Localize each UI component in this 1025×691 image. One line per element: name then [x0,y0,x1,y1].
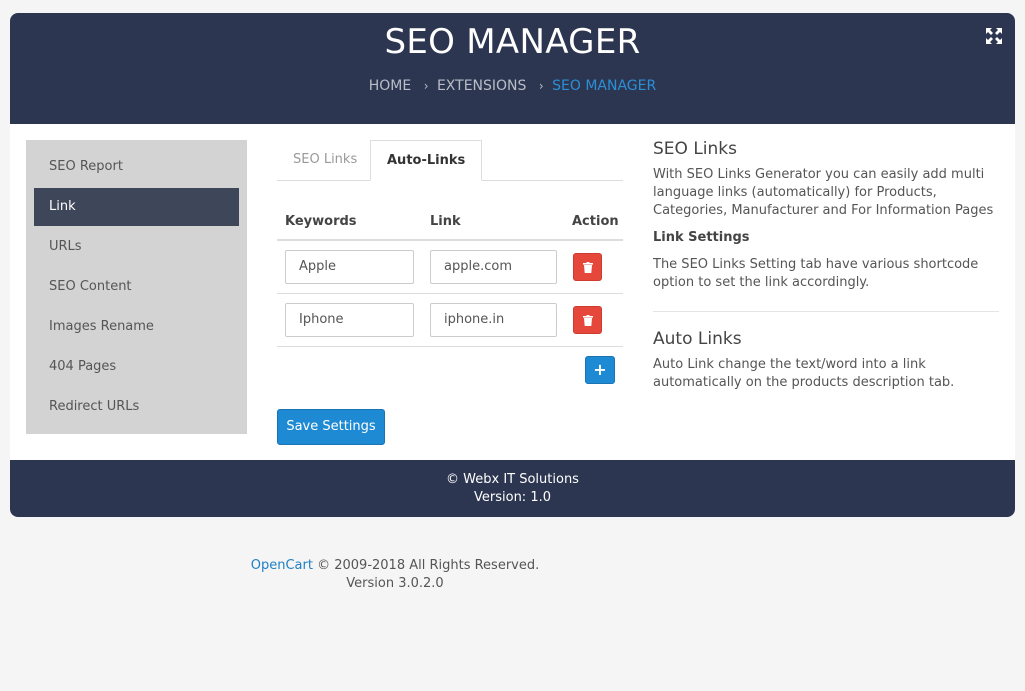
sidebar-item-seo-content[interactable]: SEO Content [34,268,239,306]
page-footer: OpenCart © 2009-2018 All Rights Reserved… [0,557,790,593]
breadcrumb-current[interactable]: SEO MANAGER [552,78,656,94]
sidebar-item-link[interactable]: Link [34,188,239,226]
delete-row-button[interactable] [573,306,602,334]
footer-company: © Webx IT Solutions [446,472,579,487]
copyright-text: © 2009-2018 All Rights Reserved. [312,558,540,573]
info-text-seo-links: With SEO Links Generator you can easily … [653,167,994,218]
info-title-seo-links: SEO Links [653,139,737,159]
panel-footer: © Webx IT Solutions Version: 1.0 [10,460,1015,517]
tab-auto-links[interactable]: Auto-Links [370,140,483,181]
breadcrumb-home[interactable]: HOME [369,78,411,94]
tab-bar: SEO Links Auto-Links [277,140,623,181]
row-divider [277,346,623,347]
sidebar-item-images-rename[interactable]: Images Rename [34,308,239,346]
column-header-keywords: Keywords [285,214,357,229]
opencart-version: Version 3.0.2.0 [346,576,444,591]
breadcrumb-extensions[interactable]: EXTENSIONS [437,78,526,94]
add-row-button[interactable]: + [585,356,615,384]
link-input[interactable]: iphone.in [430,303,557,337]
info-auto-links: Auto Links Auto Link change the text/wor… [653,329,999,392]
sidebar-item-redirect-urls[interactable]: Redirect URLs [34,388,239,426]
tab-seo-links[interactable]: SEO Links [277,140,373,180]
trash-icon [583,315,593,326]
info-seo-links: SEO Links With SEO Links Generator you c… [653,139,999,292]
seo-manager-panel: SEO MANAGER HOME › EXTENSIONS › SEO MANA… [10,13,1015,517]
footer-version: Version: 1.0 [474,490,551,505]
keyword-input[interactable]: Apple [285,250,414,284]
info-divider [653,311,999,312]
sidebar-item-urls[interactable]: URLs [34,228,239,266]
breadcrumb: HOME › EXTENSIONS › SEO MANAGER [10,77,1015,95]
breadcrumb-separator: › [423,79,429,93]
info-text-auto-links: Auto Link change the text/word into a li… [653,357,955,390]
trash-icon [583,262,593,273]
info-title-auto-links: Auto Links [653,329,742,349]
column-header-action: Action [572,214,619,229]
row-divider [277,293,623,294]
opencart-link[interactable]: OpenCart [251,558,313,573]
page-title: SEO MANAGER [384,22,641,62]
delete-row-button[interactable] [573,253,602,281]
info-text-link-settings: The SEO Links Setting tab have various s… [653,257,979,290]
save-settings-button[interactable]: Save Settings [277,409,385,445]
sidebar-item-404-pages[interactable]: 404 Pages [34,348,239,386]
table-header-divider [277,239,623,241]
sidebar-item-seo-report[interactable]: SEO Report [34,148,239,186]
sidebar-menu: SEO Report Link URLs SEO Content Images … [26,140,247,434]
link-input[interactable]: apple.com [430,250,557,284]
breadcrumb-separator: › [538,79,544,93]
panel-header: SEO MANAGER HOME › EXTENSIONS › SEO MANA… [10,13,1015,124]
keyword-input[interactable]: Iphone [285,303,414,337]
fullscreen-icon[interactable] [985,27,1003,45]
column-header-link: Link [430,214,461,229]
info-title-link-settings: Link Settings [653,230,750,245]
